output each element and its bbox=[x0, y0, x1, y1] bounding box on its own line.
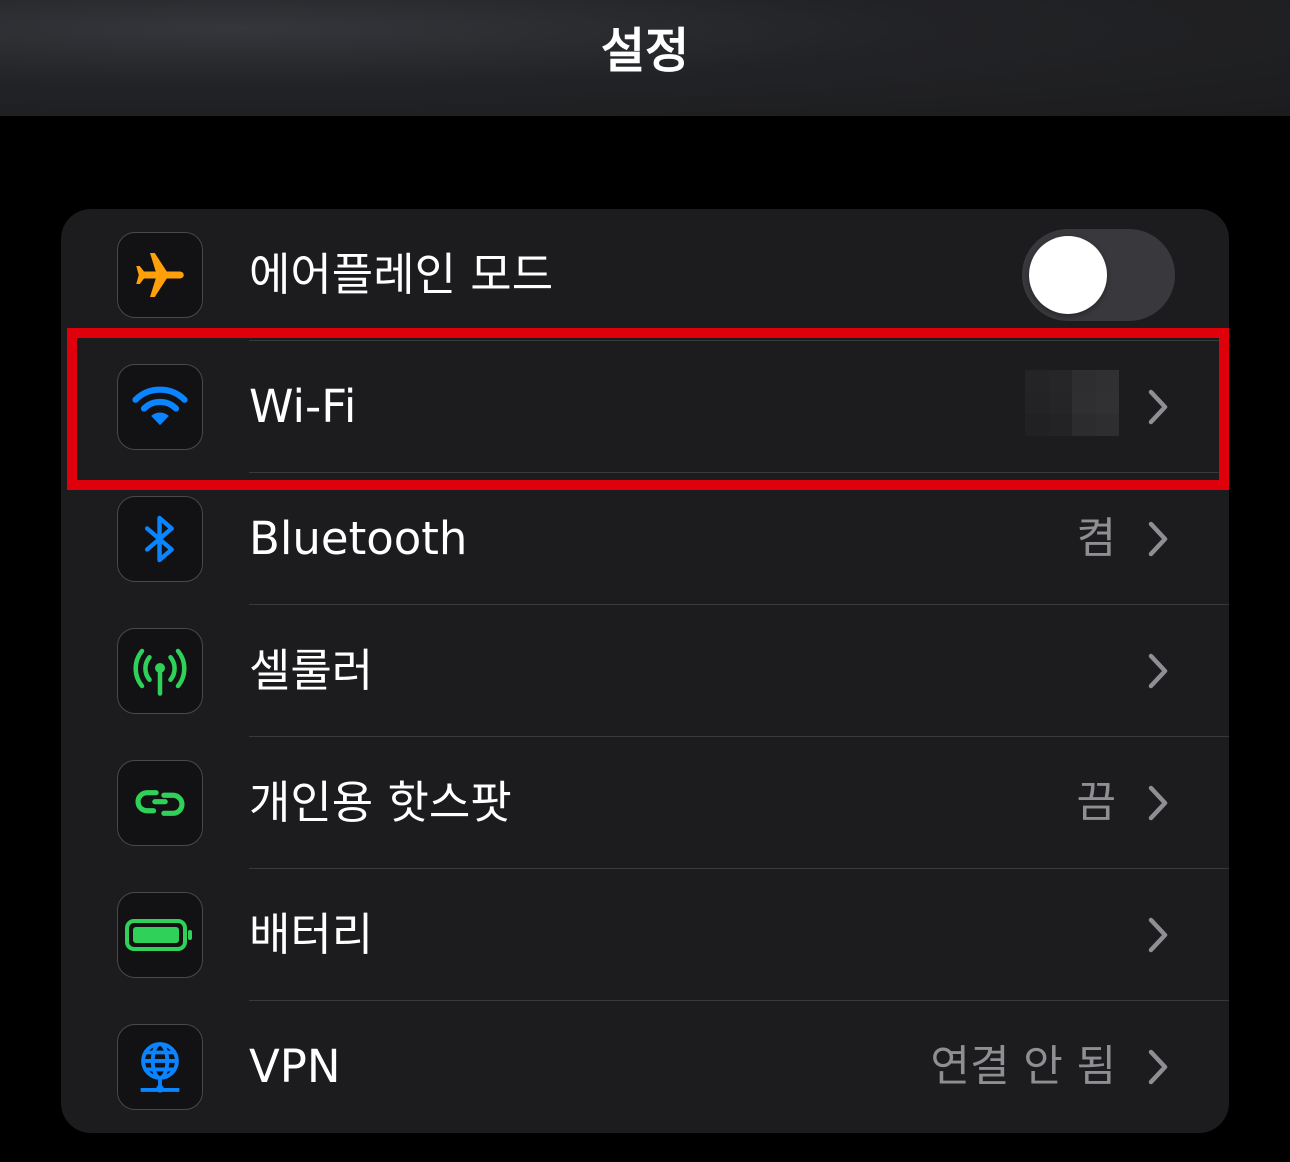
wifi-network-name-redacted bbox=[1025, 370, 1119, 436]
row-label: 개인용 핫스팟 bbox=[249, 776, 512, 829]
settings-row-personal-hotspot[interactable]: 개인용 핫스팟 끔 bbox=[61, 737, 1229, 869]
row-label: 에어플레인 모드 bbox=[249, 248, 554, 301]
cellular-icon bbox=[117, 628, 203, 714]
chevron-right-icon bbox=[1148, 653, 1168, 689]
bluetooth-icon bbox=[117, 496, 203, 582]
row-label: 배터리 bbox=[249, 908, 374, 961]
row-label: Bluetooth bbox=[249, 512, 468, 565]
settings-row-wifi[interactable]: Wi-Fi bbox=[61, 341, 1229, 473]
settings-row-cellular[interactable]: 셀룰러 bbox=[61, 605, 1229, 737]
row-label: Wi-Fi bbox=[249, 380, 357, 433]
row-label: 셀룰러 bbox=[249, 644, 374, 697]
navigation-bar: 설정 bbox=[0, 0, 1290, 116]
settings-row-vpn[interactable]: VPN 연결 안 됨 bbox=[61, 1001, 1229, 1133]
page-title: 설정 bbox=[600, 23, 690, 79]
battery-icon bbox=[117, 892, 203, 978]
settings-row-battery[interactable]: 배터리 bbox=[61, 869, 1229, 1001]
chevron-right-icon bbox=[1148, 1049, 1168, 1085]
airplane-mode-toggle[interactable] bbox=[1022, 229, 1175, 321]
settings-group: 에어플레인 모드 Wi-Fi Bluetooth 켬 셀룰러 개인용 핫스팟 끔… bbox=[61, 209, 1229, 1133]
chevron-right-icon bbox=[1148, 389, 1168, 425]
vpn-icon bbox=[117, 1024, 203, 1110]
chevron-right-icon bbox=[1148, 917, 1168, 953]
chevron-right-icon bbox=[1148, 785, 1168, 821]
toggle-knob[interactable] bbox=[1029, 236, 1107, 314]
row-value: 연결 안 됨 bbox=[930, 1042, 1116, 1092]
settings-row-airplane-mode[interactable]: 에어플레인 모드 bbox=[61, 209, 1229, 341]
row-value: 끔 bbox=[1076, 778, 1116, 828]
hotspot-icon bbox=[117, 760, 203, 846]
row-label: VPN bbox=[249, 1040, 341, 1093]
wifi-icon bbox=[117, 364, 203, 450]
settings-row-bluetooth[interactable]: Bluetooth 켬 bbox=[61, 473, 1229, 605]
airplane-icon bbox=[117, 232, 203, 318]
chevron-right-icon bbox=[1148, 521, 1168, 557]
row-value: 켬 bbox=[1076, 514, 1116, 564]
